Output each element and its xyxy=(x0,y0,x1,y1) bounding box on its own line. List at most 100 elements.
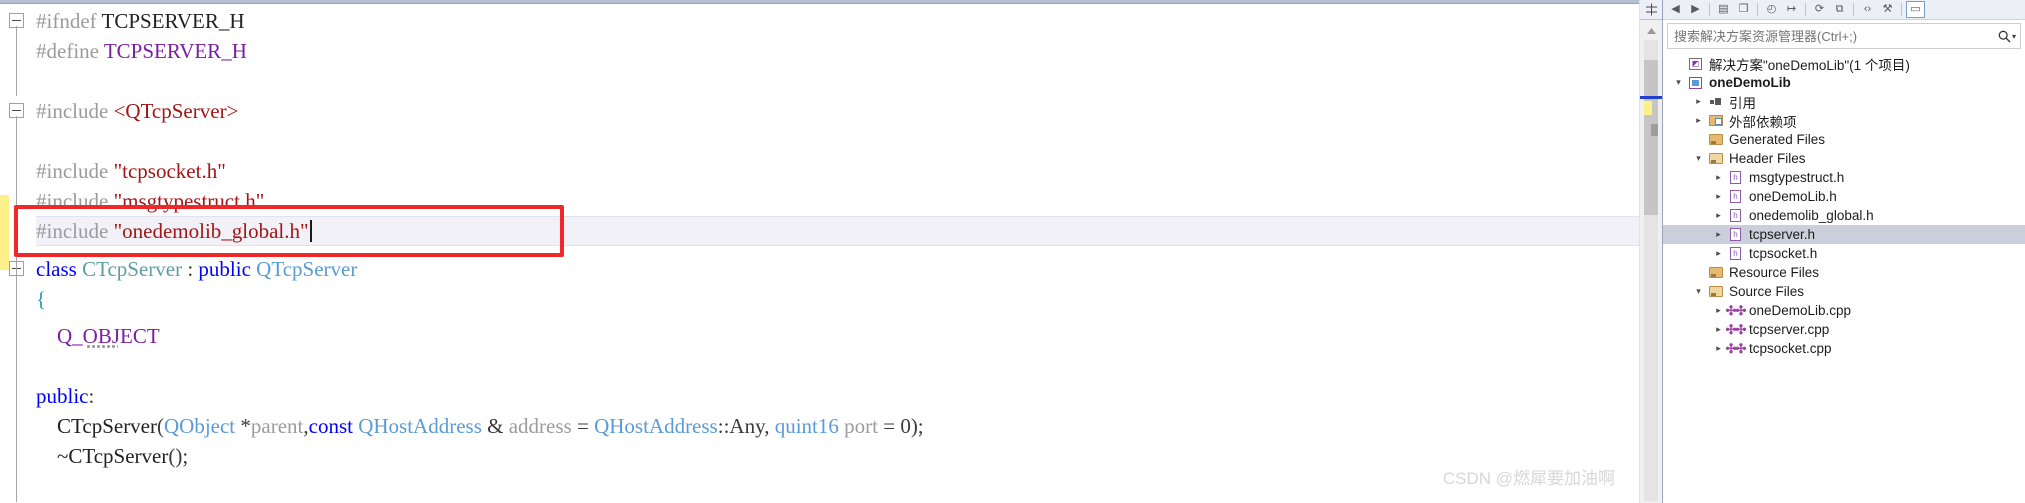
node-source-files[interactable]: ▾ Source Files xyxy=(1663,282,2025,301)
line-include-tcpsocket-token-0: #include xyxy=(36,159,114,183)
chevron-right-icon[interactable]: ▸ xyxy=(1711,172,1726,183)
solution-explorer-search-box[interactable]: ▾ xyxy=(1667,23,2021,49)
chevron-right-icon[interactable]: ▸ xyxy=(1711,248,1726,259)
line-define[interactable]: #define TCPSERVER_H xyxy=(36,36,247,66)
line-class-decl-token-2: : xyxy=(182,257,199,281)
sync-with-active-document-icon[interactable]: ↦ xyxy=(1782,1,1801,18)
tree-item-label: oneDemoLib.h xyxy=(1749,189,1837,204)
line-include-msgtypestruct[interactable]: #include "msgtypestruct.h" xyxy=(36,186,264,216)
header-file-icon: h xyxy=(1726,209,1745,222)
chevron-down-icon[interactable]: ▾ xyxy=(1691,153,1706,164)
node-solution[interactable]: ◩ 解决方案"oneDemoLib"(1 个项目) xyxy=(1663,54,2025,73)
new-folder-icon[interactable]: ❐ xyxy=(1734,1,1753,18)
tree-item-label: tcpsocket.h xyxy=(1749,246,1818,261)
chevron-right-icon[interactable]: ▸ xyxy=(1711,191,1726,202)
forward-arrow-icon[interactable]: ▶ xyxy=(1686,1,1705,18)
line-include-tcpsocket[interactable]: #include "tcpsocket.h" xyxy=(36,156,226,186)
chevron-down-icon[interactable]: ▾ xyxy=(1691,286,1706,297)
scroll-marker-caret-position xyxy=(1640,96,1662,99)
solution-explorer-toolbar[interactable]: ◀ ▶ ▤ ❐ ◴ ↦ ⟳ ⧉ ‹› ⚒ ▭ xyxy=(1663,0,2025,20)
chevron-up-icon xyxy=(1646,27,1656,34)
chevron-right-icon[interactable]: ▸ xyxy=(1691,115,1706,126)
line-ctor-token-8: & xyxy=(481,414,509,438)
line-ifndef-token-1: TCPSERVER_H xyxy=(101,9,245,33)
node-msgtypestruct-h[interactable]: ▸ h msgtypestruct.h xyxy=(1663,168,2025,187)
line-open-brace[interactable]: { xyxy=(36,284,46,314)
node-resource-files[interactable]: Resource Files xyxy=(1663,263,2025,282)
pending-changes-icon[interactable]: ◴ xyxy=(1762,1,1781,18)
line-include-onedemolib-global[interactable]: #include "onedemolib_global.h" xyxy=(36,216,312,246)
node-tcpserver-h[interactable]: ▸ h tcpserver.h xyxy=(1663,225,2025,244)
tree-item-label: tcpserver.h xyxy=(1749,227,1816,242)
magnifier-glyph xyxy=(1998,30,2011,42)
line-class-decl[interactable]: class CTcpServer : public QTcpServer xyxy=(36,254,357,284)
chevron-right-icon[interactable]: ▸ xyxy=(1711,343,1726,354)
cpp-file-icon: ✣✣ xyxy=(1725,303,1747,318)
tree-item-label: tcpsocket.cpp xyxy=(1749,341,1832,356)
solution-explorer-panel[interactable]: ◀▶▤❐◴↦⟳⧉‹›⚒▭ ▾ ◩解决方案"oneDemoLib"(1 个项目)▾… xyxy=(1662,0,2025,503)
solution-icon: ◩ xyxy=(1686,57,1705,70)
node-external-deps[interactable]: ▸ 外部依赖项 xyxy=(1663,111,2025,130)
search-icon[interactable]: ▾ xyxy=(1994,30,2020,43)
line-ctor-token-10: = xyxy=(571,414,595,438)
collapse-all-icon[interactable]: ⧉ xyxy=(1830,1,1849,18)
line-public[interactable]: public: xyxy=(36,381,94,411)
scrollbar-track[interactable] xyxy=(1640,40,1662,501)
line-dtor-token-0: ~CTcpServer xyxy=(36,444,169,468)
chevron-down-icon[interactable]: ▾ xyxy=(2012,32,2016,41)
chevron-right-icon[interactable]: ▸ xyxy=(1711,305,1726,316)
code-text-surface[interactable]: #ifndef TCPSERVER_H #define TCPSERVER_H #i… xyxy=(0,4,1639,503)
line-class-decl-token-3: public xyxy=(198,257,257,281)
chevron-right-icon[interactable]: ▸ xyxy=(1711,210,1726,221)
node-onedemolib-global-h[interactable]: ▸ h onedemolib_global.h xyxy=(1663,206,2025,225)
node-generated-files[interactable]: Generated Files xyxy=(1663,130,2025,149)
scroll-up-button[interactable] xyxy=(1640,22,1662,39)
properties-icon[interactable]: ⚒ xyxy=(1878,1,1897,18)
tree-item-label: Source Files xyxy=(1729,284,1805,299)
scrollbar-thumb[interactable] xyxy=(1644,60,1658,215)
scroll-marker-collapsed-region xyxy=(1651,124,1658,136)
line-ctor-token-14: port xyxy=(838,414,878,438)
chevron-down-icon[interactable]: ▾ xyxy=(1671,77,1686,88)
node-onedemolib-h[interactable]: ▸ h oneDemoLib.h xyxy=(1663,187,2025,206)
line-dtor-token-1: (); xyxy=(168,444,189,468)
cpp-file-icon: ✣✣ xyxy=(1725,322,1747,337)
visual-studio-window: #ifndef TCPSERVER_H #define TCPSERVER_H #i… xyxy=(0,0,2025,503)
tree-item-label: Resource Files xyxy=(1729,265,1820,280)
scroll-marker-unsaved-change xyxy=(1644,101,1652,115)
project-icon xyxy=(1686,76,1705,89)
solution-explorer-tree[interactable]: ◩ 解决方案"oneDemoLib"(1 个项目) ▾ oneDemoLib ▸ 引用 ▸ 外… xyxy=(1663,51,2025,503)
line-class-decl-token-1: CTcpServer xyxy=(82,257,183,281)
chevron-right-icon[interactable]: ▸ xyxy=(1711,324,1726,335)
line-ctor-token-0: CTcpServer xyxy=(36,414,157,438)
header-file-icon: h xyxy=(1726,228,1745,241)
preview-selected-items-icon[interactable]: ▭ xyxy=(1906,1,1925,18)
line-ctor-token-12: ::Any, xyxy=(717,414,775,438)
node-onedemolib-cpp[interactable]: ▸ ✣✣ oneDemoLib.cpp xyxy=(1663,301,2025,320)
chevron-right-icon[interactable]: ▸ xyxy=(1691,96,1706,107)
editor-vertical-scrollbar[interactable] xyxy=(1639,0,1662,503)
tree-item-label: tcpserver.cpp xyxy=(1749,322,1830,337)
q-object-squiggle xyxy=(86,344,118,348)
node-header-files[interactable]: ▾ Header Files xyxy=(1663,149,2025,168)
csdn-watermark: CSDN @燃犀要加油啊 xyxy=(1442,469,1615,488)
search-input[interactable] xyxy=(1668,25,1994,47)
chevron-right-icon[interactable]: ▸ xyxy=(1711,229,1726,240)
node-references[interactable]: ▸ 引用 xyxy=(1663,92,2025,111)
editor-split-handle[interactable] xyxy=(1640,0,1662,20)
cpp-file-icon: ✣✣ xyxy=(1725,341,1747,356)
tree-item-label: 外部依赖项 xyxy=(1729,114,1797,130)
node-project[interactable]: ▾ oneDemoLib xyxy=(1663,73,2025,92)
home-view-icon[interactable]: ▤ xyxy=(1714,1,1733,18)
node-tcpsocket-h[interactable]: ▸ h tcpsocket.h xyxy=(1663,244,2025,263)
back-arrow-icon[interactable]: ◀ xyxy=(1666,1,1685,18)
node-tcpserver-cpp[interactable]: ▸ ✣✣ tcpserver.cpp xyxy=(1663,320,2025,339)
line-include-qtcpserver[interactable]: #include <QTcpServer> xyxy=(36,96,238,126)
show-all-files-icon[interactable]: ‹› xyxy=(1858,1,1877,18)
refresh-icon[interactable]: ⟳ xyxy=(1810,1,1829,18)
node-tcpsocket-cpp[interactable]: ▸ ✣✣ tcpsocket.cpp xyxy=(1663,339,2025,358)
line-ctor[interactable]: CTcpServer(QObject *parent,const QHostAd… xyxy=(36,411,924,441)
code-editor-pane[interactable]: #ifndef TCPSERVER_H #define TCPSERVER_H #i… xyxy=(0,0,1639,503)
line-ifndef[interactable]: #ifndef TCPSERVER_H xyxy=(36,6,245,36)
line-dtor[interactable]: ~CTcpServer(); xyxy=(36,441,188,471)
